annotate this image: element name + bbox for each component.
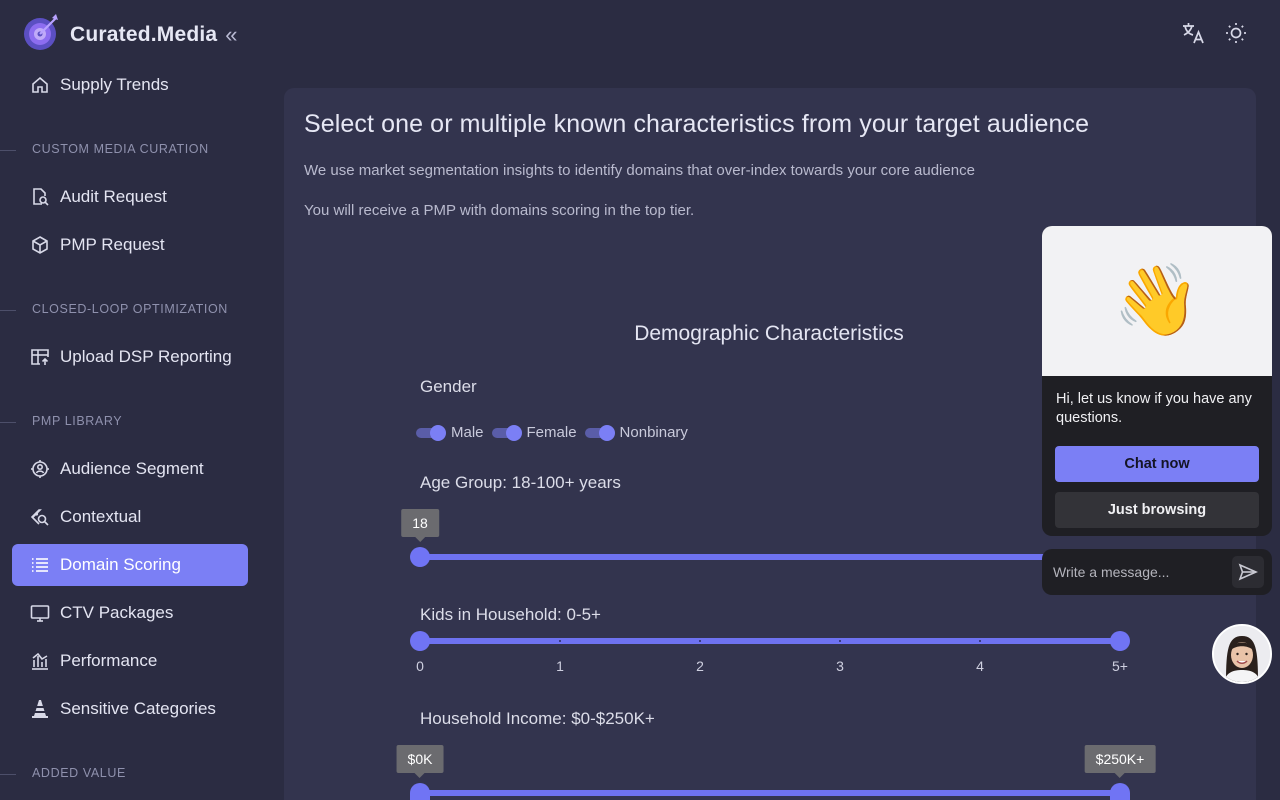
home-icon — [28, 73, 52, 97]
section-header: ADDED VALUE — [0, 766, 260, 782]
kids-min-thumb[interactable] — [410, 631, 430, 651]
income-max-thumb[interactable] — [1110, 783, 1130, 800]
kids-tick-label: 5+ — [1112, 658, 1128, 674]
age-slider-track[interactable] — [420, 554, 1120, 560]
income-max-value: $250K+ — [1084, 745, 1156, 778]
sidebar-item-contextual[interactable]: Contextual — [12, 496, 248, 538]
collapse-sidebar-icon[interactable]: « — [225, 23, 237, 46]
sidebar-item-label: PMP Request — [60, 235, 165, 254]
gender-toggles: Male Female Nonbinary — [416, 424, 696, 441]
age-min-thumb[interactable] — [410, 547, 430, 567]
wave-hand-icon: 👋 — [1042, 226, 1272, 376]
chat-message: Hi, let us know if you have any question… — [1056, 391, 1252, 426]
section-header: CUSTOM MEDIA CURATION — [0, 142, 260, 158]
age-label: Age Group: 18-100+ years — [420, 473, 621, 492]
kids-tick-label: 1 — [556, 658, 564, 674]
tag-search-icon — [28, 505, 52, 529]
toggle-label: Nonbinary — [619, 424, 688, 441]
brand-title: Curated.Media — [70, 22, 218, 46]
send-icon[interactable] — [1232, 556, 1264, 588]
income-min-thumb[interactable] — [410, 783, 430, 800]
translate-icon[interactable] — [1180, 20, 1206, 46]
toggle-label: Female — [526, 424, 577, 441]
sidebar-item-upload-dsp-reporting[interactable]: Upload DSP Reporting — [12, 336, 248, 378]
logo-icon — [22, 12, 60, 57]
brand: Curated.Media « — [22, 12, 238, 57]
sidebar-item-label: Performance — [60, 651, 158, 670]
sidebar-item-label: Audit Request — [60, 187, 167, 206]
income-min-value: $0K — [396, 745, 444, 778]
just-browsing-button[interactable]: Just browsing — [1055, 492, 1259, 528]
table-upload-icon — [28, 345, 52, 369]
sidebar-item-pmp-request[interactable]: PMP Request — [12, 224, 248, 266]
kids-tick-label: 4 — [976, 658, 984, 674]
kids-label: Kids in Household: 0-5+ — [420, 605, 601, 624]
age-min-value: 18 — [401, 509, 439, 542]
sidebar: Curated.Media « Supply Trends CUSTOM MED… — [0, 0, 260, 800]
description-note: You will receive a PMP with domains scor… — [304, 202, 695, 219]
chart-icon — [28, 649, 52, 673]
toggle-female[interactable]: Female — [491, 424, 577, 441]
sidebar-item-audience-segment[interactable]: Audience Segment — [12, 448, 248, 490]
section-header: PMP LIBRARY — [0, 414, 260, 430]
income-slider-track[interactable] — [420, 790, 1120, 796]
kids-tick-label: 2 — [696, 658, 704, 674]
sidebar-item-label: CTV Packages — [60, 603, 174, 622]
support-agent-avatar[interactable] — [1212, 624, 1272, 684]
toggle-label: Male — [451, 424, 484, 441]
chat-message-input[interactable] — [1053, 562, 1223, 582]
kids-slider-track[interactable] — [420, 638, 1120, 644]
chat-input-bar — [1042, 549, 1272, 595]
chat-widget: 👋 Hi, let us know if you have any questi… — [1042, 226, 1272, 536]
cone-icon — [28, 697, 52, 721]
section-header: CLOSED-LOOP OPTIMIZATION — [0, 302, 260, 318]
tv-icon — [28, 601, 52, 625]
description: We use market segmentation insights to i… — [304, 162, 975, 179]
theme-toggle-icon[interactable] — [1223, 20, 1249, 46]
sidebar-item-ctv-packages[interactable]: CTV Packages — [12, 592, 248, 634]
page-title: Select one or multiple known characteris… — [304, 110, 1090, 138]
target-user-icon — [28, 457, 52, 481]
sidebar-item-supply-trends[interactable]: Supply Trends — [12, 64, 248, 106]
sidebar-item-domain-scoring[interactable]: Domain Scoring — [12, 544, 248, 586]
kids-tick-label: 0 — [416, 658, 424, 674]
toggle-male[interactable]: Male — [416, 424, 484, 441]
toggle-nonbinary[interactable]: Nonbinary — [584, 424, 688, 441]
chat-now-button[interactable]: Chat now — [1055, 446, 1259, 482]
document-search-icon — [28, 185, 52, 209]
cube-icon — [28, 233, 52, 257]
list-icon — [28, 553, 52, 577]
sidebar-item-sensitive-categories[interactable]: Sensitive Categories — [12, 688, 248, 730]
kids-max-thumb[interactable] — [1110, 631, 1130, 651]
sidebar-item-label: Sensitive Categories — [60, 699, 216, 718]
sidebar-item-label: Supply Trends — [60, 75, 169, 94]
sidebar-item-label: Audience Segment — [60, 459, 204, 478]
sidebar-item-label: Domain Scoring — [60, 555, 181, 574]
income-label: Household Income: $0-$250K+ — [420, 709, 655, 728]
kids-tick-label: 3 — [836, 658, 844, 674]
sidebar-item-audit-request[interactable]: Audit Request — [12, 176, 248, 218]
sidebar-item-performance[interactable]: Performance — [12, 640, 248, 682]
sidebar-item-label: Upload DSP Reporting — [60, 347, 232, 366]
gender-label: Gender — [420, 377, 477, 396]
sidebar-item-label: Contextual — [60, 507, 142, 526]
